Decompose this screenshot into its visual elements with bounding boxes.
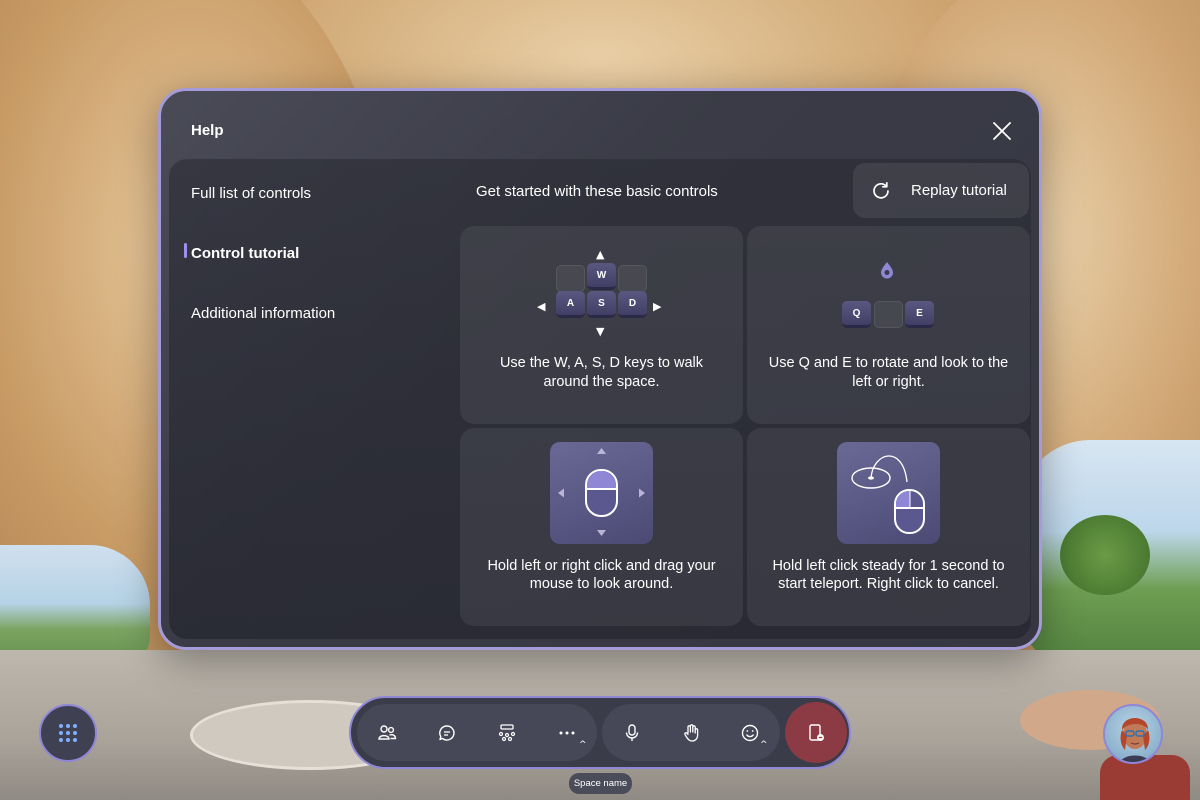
card-caption-line1: Hold left click steady for 1 second to bbox=[772, 558, 1005, 574]
card-caption-line1: Use Q and E to rotate and look to the bbox=[768, 355, 1009, 371]
apps-grid-icon bbox=[59, 724, 77, 742]
key-placeholder bbox=[618, 265, 647, 292]
key-d: D bbox=[618, 291, 647, 318]
chevron-up-icon: ^ bbox=[579, 740, 587, 750]
raise-hand-icon bbox=[684, 723, 699, 742]
nav-item-control-tutorial[interactable]: Control tutorial bbox=[191, 245, 299, 262]
toolbar-group-right: ^ bbox=[602, 704, 780, 761]
close-button[interactable] bbox=[991, 120, 1013, 142]
more-icon bbox=[559, 731, 575, 734]
refresh-icon bbox=[873, 181, 889, 199]
nav-active-indicator bbox=[184, 243, 187, 258]
avatar[interactable] bbox=[1103, 704, 1163, 764]
card-wasd: ▲ W ◀ A S D ▶ ▼ Use the W, A, S, D keys … bbox=[460, 226, 743, 424]
emoji-button[interactable]: ^ bbox=[720, 704, 780, 761]
key-a: A bbox=[556, 291, 585, 318]
key-s: S bbox=[587, 291, 616, 318]
nav-item-additional-info[interactable]: Additional information bbox=[191, 305, 335, 322]
spaces-button[interactable] bbox=[477, 704, 537, 761]
key-q: Q bbox=[842, 301, 871, 328]
spaces-icon bbox=[498, 723, 516, 741]
leave-button[interactable] bbox=[785, 702, 847, 763]
rotate-indicator-icon bbox=[881, 262, 893, 279]
card-caption-line2: around the space. bbox=[543, 374, 660, 390]
tree bbox=[1060, 515, 1150, 595]
leave-icon bbox=[809, 723, 824, 741]
key-placeholder bbox=[874, 301, 903, 328]
raise-hand-button[interactable] bbox=[662, 704, 722, 761]
chat-button[interactable] bbox=[417, 704, 477, 761]
close-icon bbox=[993, 122, 1011, 140]
sofa bbox=[1100, 755, 1190, 800]
replay-tutorial-button[interactable]: Replay tutorial bbox=[853, 163, 1029, 218]
card-qe: Q E Use Q and E to rotate and look to th… bbox=[747, 226, 1030, 424]
nav-item-full-list[interactable]: Full list of controls bbox=[191, 185, 311, 202]
card-mouse-drag: Hold left or right click and drag your m… bbox=[460, 428, 743, 626]
arrow-up-icon: ▲ bbox=[596, 248, 605, 261]
toolbar-group-left: ^ bbox=[357, 704, 597, 761]
microphone-icon bbox=[625, 723, 639, 741]
help-content: Full list of controls Control tutorial A… bbox=[169, 159, 1031, 639]
bottom-toolbar: ^ ^ bbox=[349, 696, 851, 769]
card-caption-line2: left or right. bbox=[852, 374, 925, 390]
people-button[interactable] bbox=[357, 704, 417, 761]
section-heading: Get started with these basic controls bbox=[476, 183, 718, 200]
key-w: W bbox=[587, 263, 616, 290]
dialog-title: Help bbox=[191, 122, 224, 139]
chat-icon bbox=[439, 724, 455, 741]
space-name-label: Space name bbox=[569, 773, 632, 794]
more-button[interactable]: ^ bbox=[537, 704, 597, 761]
card-caption-line2: start teleport. Right click to cancel. bbox=[778, 576, 999, 592]
key-placeholder bbox=[556, 265, 585, 292]
key-e: E bbox=[905, 301, 934, 328]
people-icon bbox=[378, 724, 397, 740]
emoji-icon bbox=[741, 724, 759, 741]
card-caption-line2: mouse to look around. bbox=[529, 576, 674, 592]
card-caption-line1: Hold left or right click and drag your bbox=[487, 558, 716, 574]
chevron-up-icon: ^ bbox=[760, 740, 768, 750]
help-dialog: Help Full list of controls Control tutor… bbox=[158, 88, 1042, 650]
arrow-down-icon: ▼ bbox=[596, 325, 605, 338]
arrow-right-icon: ▶ bbox=[653, 300, 662, 313]
arrow-left-icon: ◀ bbox=[537, 300, 546, 313]
mouse-teleport-icon bbox=[837, 442, 940, 544]
card-teleport: Hold left click steady for 1 second to s… bbox=[747, 428, 1030, 626]
mouse-drag-icon bbox=[550, 442, 653, 544]
microphone-button[interactable] bbox=[602, 704, 662, 761]
card-caption-line1: Use the W, A, S, D keys to walk bbox=[499, 355, 704, 371]
apps-button[interactable] bbox=[39, 704, 97, 762]
replay-tutorial-label: Replay tutorial bbox=[911, 182, 1007, 199]
